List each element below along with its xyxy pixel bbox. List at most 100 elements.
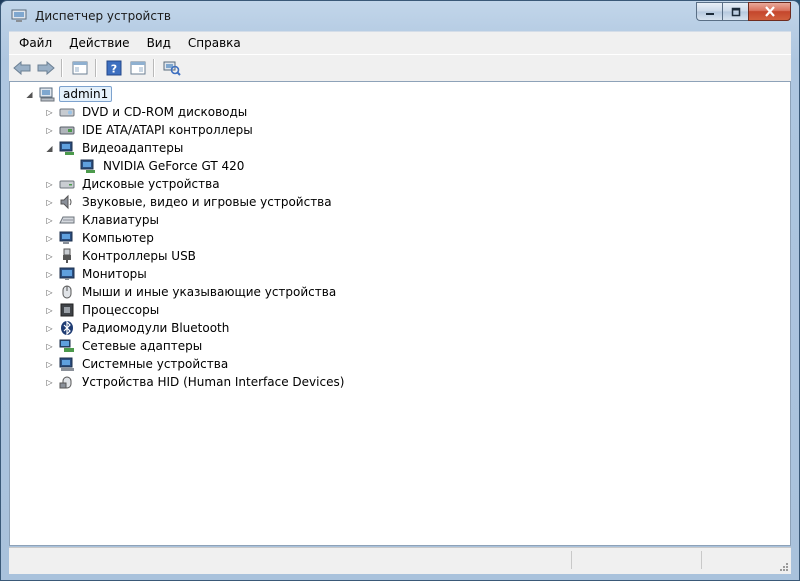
- monitor-icon: [59, 267, 75, 280]
- toolbar: ?: [9, 54, 791, 82]
- computer-icon: [59, 231, 73, 244]
- status-pane: [701, 551, 790, 569]
- close-icon: [764, 6, 775, 17]
- network-adapter-icon: [59, 339, 74, 352]
- tree-item[interactable]: ▷ Дисковые устройства: [45, 175, 223, 193]
- tree-item[interactable]: ▷ Процессоры: [45, 301, 162, 319]
- tree-item[interactable]: ▷ IDE ATA/ATAPI контроллеры: [45, 121, 256, 139]
- disk-drive-icon: [59, 180, 75, 189]
- tree-item[interactable]: ▷ DVD и CD-ROM дисководы: [45, 103, 250, 121]
- tree-item-label: Радиомодули Bluetooth: [82, 321, 230, 335]
- back-icon: [13, 61, 31, 75]
- tree-item[interactable]: ▷ Контроллеры USB: [45, 247, 199, 265]
- usb-icon: [63, 248, 71, 263]
- menu-help[interactable]: Справка: [181, 36, 248, 50]
- tree-item[interactable]: ▷ Компьютер: [45, 229, 157, 247]
- expand-icon[interactable]: ▷: [45, 180, 54, 189]
- menu-action[interactable]: Действие: [62, 36, 136, 50]
- expand-icon[interactable]: ▷: [45, 288, 54, 297]
- properties-pane-button[interactable]: [69, 57, 91, 79]
- device-manager-window: Диспетчер устройств Файл Действие Вид Сп…: [0, 0, 800, 581]
- help-icon: ?: [106, 60, 122, 76]
- caption-buttons: [696, 2, 791, 21]
- tree-item-label: IDE ATA/ATAPI контроллеры: [82, 123, 253, 137]
- tree-item-label: Контроллеры USB: [82, 249, 196, 263]
- menu-file[interactable]: Файл: [12, 36, 59, 50]
- computer-icon: [39, 87, 55, 102]
- tree-item[interactable]: ▷ Устройства HID (Human Interface Device…: [45, 373, 347, 391]
- tree-item-label: Клавиатуры: [82, 213, 159, 227]
- expand-icon[interactable]: ▷: [45, 324, 54, 333]
- expand-icon[interactable]: ▷: [45, 360, 54, 369]
- menu-view[interactable]: Вид: [140, 36, 178, 50]
- display-adapter-icon: [59, 141, 74, 155]
- tree-root-label: admin1: [59, 86, 113, 102]
- maximize-icon: [731, 7, 740, 16]
- keyboard-icon: [59, 216, 75, 224]
- tree-item[interactable]: ▷ Клавиатуры: [45, 211, 162, 229]
- minimize-icon: [705, 12, 714, 15]
- tree-item-label: Дисковые устройства: [82, 177, 220, 191]
- mouse-icon: [62, 285, 72, 299]
- tree-item-label: Звуковые, видео и игровые устройства: [82, 195, 332, 209]
- tree-item-label: Сетевые адаптеры: [82, 339, 203, 353]
- tree-item[interactable]: ▷ Радиомодули Bluetooth: [45, 319, 232, 337]
- maximize-button[interactable]: [722, 2, 748, 21]
- scan-hardware-icon: [163, 61, 181, 76]
- expand-icon[interactable]: ▷: [45, 198, 54, 207]
- tree-item[interactable]: ▷ Мониторы: [45, 265, 150, 283]
- device-tree[interactable]: ◢ admin1 ▷ DVD и CD-ROM дисководы ▷ IDE …: [9, 81, 791, 546]
- forward-icon: [37, 61, 55, 75]
- expand-icon[interactable]: ▷: [45, 378, 54, 387]
- scan-hardware-button[interactable]: [161, 57, 183, 79]
- status-pane: [571, 551, 702, 569]
- toolbar-separator: [153, 59, 155, 77]
- tree-item[interactable]: ▷ Системные устройства: [45, 355, 231, 373]
- back-button[interactable]: [11, 57, 33, 79]
- expand-icon[interactable]: ▷: [45, 306, 54, 315]
- tree-item[interactable]: ▷ Сетевые адаптеры: [45, 337, 205, 355]
- tree-item[interactable]: ▷ Мыши и иные указывающие устройства: [45, 283, 339, 301]
- properties-pane-icon: [72, 61, 88, 75]
- system-device-icon: [59, 357, 74, 371]
- display-adapter-icon: [80, 159, 95, 173]
- expand-icon[interactable]: ▷: [45, 270, 54, 279]
- expand-icon[interactable]: ▷: [45, 252, 54, 261]
- tree-item-label: Видеоадаптеры: [82, 141, 184, 155]
- expand-icon[interactable]: ▷: [45, 342, 54, 351]
- forward-button[interactable]: [35, 57, 57, 79]
- tree-root[interactable]: ◢ admin1: [25, 85, 113, 103]
- minimize-button[interactable]: [696, 2, 722, 21]
- bluetooth-icon: [61, 320, 73, 336]
- expand-icon[interactable]: ▷: [45, 216, 54, 225]
- toolbar-separator: [61, 59, 63, 77]
- tree-item-label: Компьютер: [82, 231, 154, 245]
- tree-child-label: NVIDIA GeForce GT 420: [103, 159, 245, 173]
- tree-item[interactable]: ▷ Звуковые, видео и игровые устройства: [45, 193, 335, 211]
- toolbar-separator: [95, 59, 97, 77]
- menu-bar: Файл Действие Вид Справка: [9, 31, 791, 54]
- expand-icon[interactable]: ▷: [45, 126, 54, 135]
- tree-item-label: Процессоры: [82, 303, 160, 317]
- status-bar: [9, 547, 791, 574]
- ide-controller-icon: [59, 126, 75, 135]
- help-button[interactable]: ?: [103, 57, 125, 79]
- expand-icon[interactable]: ▷: [45, 234, 54, 243]
- expand-icon[interactable]: ▷: [45, 108, 54, 117]
- tree-item-label: Мониторы: [82, 267, 147, 281]
- title-bar[interactable]: Диспетчер устройств: [1, 1, 799, 31]
- svg-text:?: ?: [111, 63, 117, 76]
- tree-item-label: Устройства HID (Human Interface Devices): [82, 375, 345, 389]
- collapse-icon[interactable]: ◢: [45, 144, 54, 153]
- tree-item-label: DVD и CD-ROM дисководы: [82, 105, 248, 119]
- tree-item[interactable]: ◢ Видеоадаптеры: [45, 139, 186, 157]
- tree-item-label: Мыши и иные указывающие устройства: [82, 285, 337, 299]
- window-title: Диспетчер устройств: [35, 9, 172, 23]
- device-manager-icon: [11, 9, 27, 22]
- close-button[interactable]: [748, 2, 791, 21]
- collapse-icon[interactable]: ◢: [25, 90, 34, 99]
- tree-child-item[interactable]: NVIDIA GeForce GT 420: [80, 157, 247, 175]
- resize-grip-icon[interactable]: [779, 562, 789, 572]
- tree-item-label: Системные устройства: [82, 357, 229, 371]
- show-hide-console-tree-button[interactable]: [127, 57, 149, 79]
